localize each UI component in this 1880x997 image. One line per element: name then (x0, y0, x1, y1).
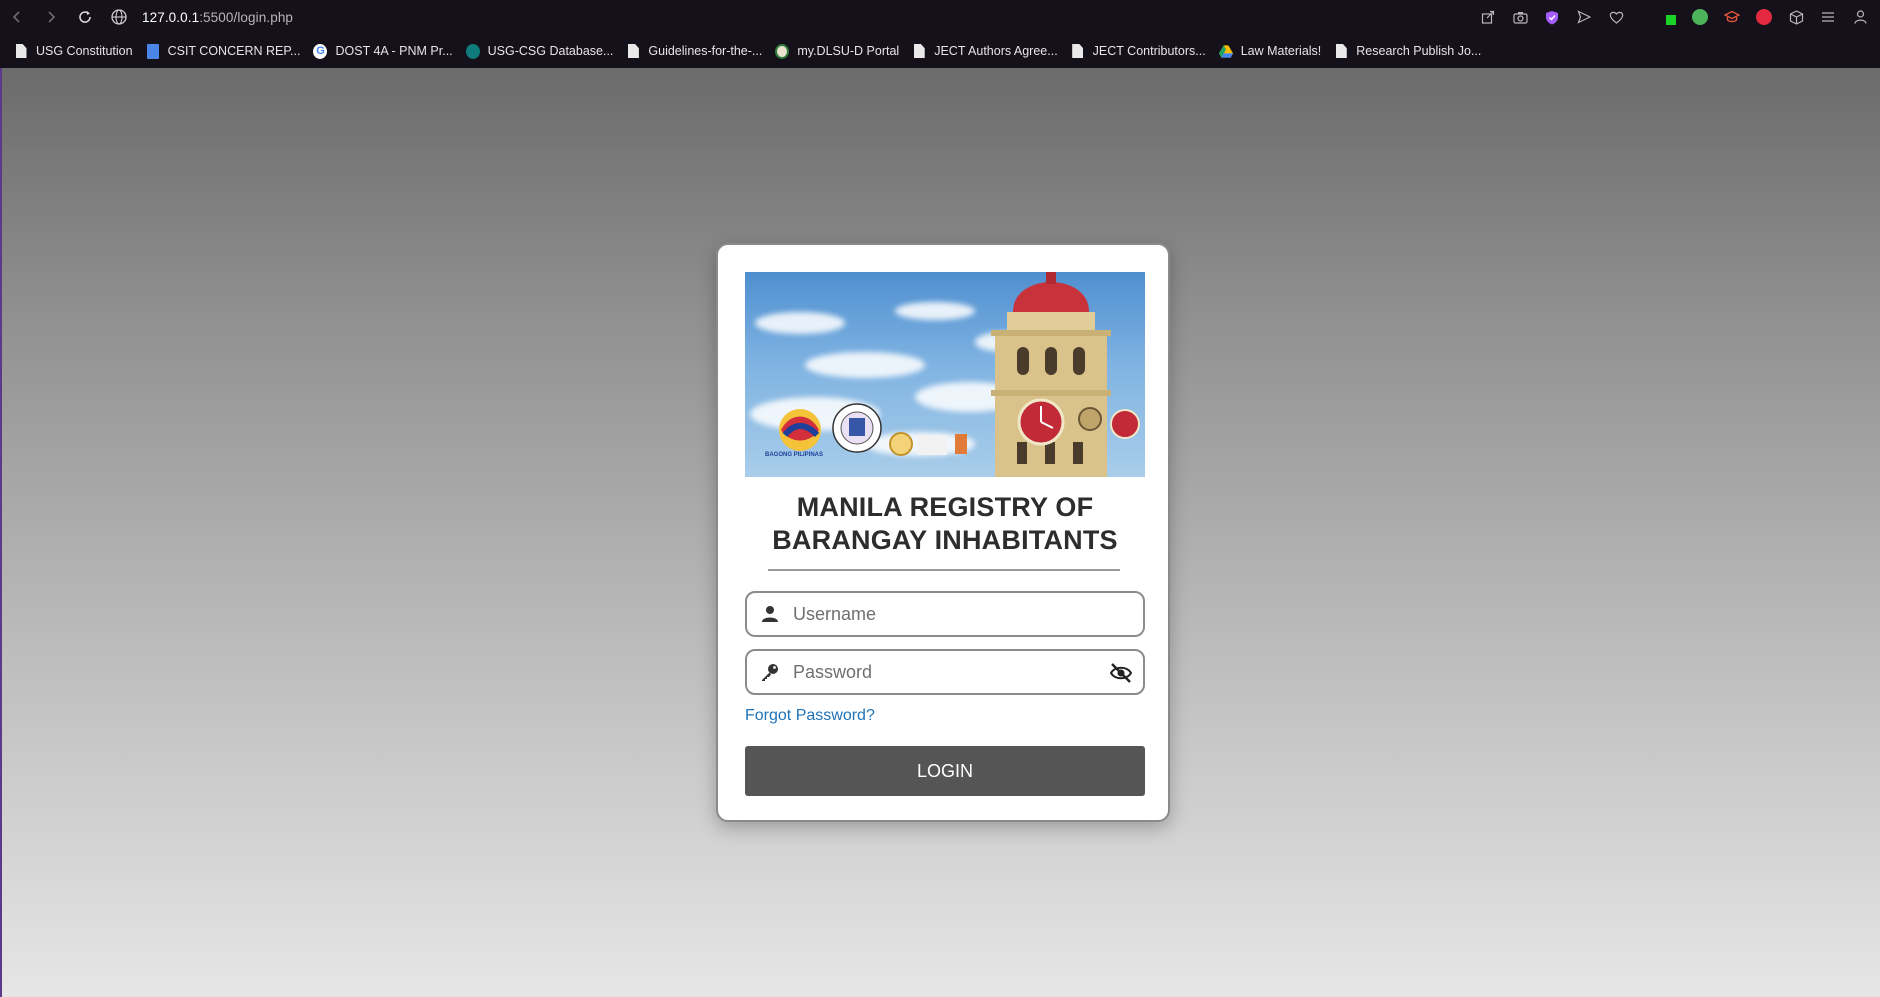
share-icon (1481, 10, 1495, 24)
cube-icon (1789, 9, 1803, 25)
chevron-right-icon (48, 11, 56, 23)
doc-icon (14, 43, 28, 59)
bookmark-law-materials[interactable]: Law Materials! (1218, 43, 1322, 59)
send-button[interactable] (1572, 5, 1596, 29)
password-field[interactable] (745, 649, 1145, 695)
forward-button[interactable] (34, 0, 68, 34)
bookmark-csit-concern[interactable]: CSIT CONCERN REP... (146, 43, 301, 59)
bookmark-label: USG Constitution (36, 44, 133, 58)
vpn-shield-button[interactable] (1540, 5, 1564, 29)
google-drive-icon (1218, 43, 1233, 59)
dlsu-icon (775, 43, 790, 59)
bookmark-label: my.DLSU-D Portal (797, 44, 900, 58)
clock-tower-image (779, 272, 1140, 477)
bookmark-label: CSIT CONCERN REP... (167, 44, 301, 58)
eye-slash-icon[interactable] (1109, 662, 1133, 684)
page-background: BAGONG PILIPINAS MANILA REGISTRY OF BARA… (0, 68, 1880, 997)
google-icon: G (313, 43, 328, 59)
back-button[interactable] (0, 0, 34, 34)
doc-icon (626, 43, 640, 59)
profile-button[interactable] (1848, 5, 1872, 29)
forgot-password-link[interactable]: Forgot Password? (745, 707, 875, 725)
bookmark-research-publish[interactable]: Research Publish Jo... (1334, 43, 1481, 59)
bookmark-label: Law Materials! (1240, 44, 1322, 58)
sidebar-button[interactable] (1816, 5, 1840, 29)
url-path: :5500/login.php (199, 9, 294, 25)
extension-red-icon (1756, 9, 1772, 25)
username-input[interactable] (791, 602, 1095, 626)
browser-toolbar: 127.0.0.1:5500/login.php (0, 0, 1880, 34)
doc-icon (912, 43, 926, 59)
bookmark-usg-constitution[interactable]: USG Constitution (14, 43, 133, 59)
extension-green-icon (1692, 9, 1708, 25)
user-icon (759, 603, 781, 625)
extension-2[interactable] (1688, 5, 1712, 29)
doc-icon (1334, 43, 1348, 59)
extension-1[interactable] (1656, 5, 1680, 29)
share-button[interactable] (1476, 5, 1500, 29)
favorite-button[interactable] (1604, 5, 1628, 29)
send-icon (1577, 10, 1591, 24)
doc-icon (1071, 43, 1085, 59)
bookmarks-bar: USG Constitution CSIT CONCERN REP... G DO… (0, 34, 1880, 68)
globe-icon (111, 9, 127, 25)
reload-icon (79, 11, 91, 23)
screenshot-button[interactable] (1508, 5, 1532, 29)
bookmark-label: JECT Contributors... (1092, 44, 1206, 58)
bookmark-usg-csg[interactable]: USG-CSG Database... (465, 43, 614, 59)
password-input[interactable] (791, 660, 1095, 684)
login-card: BAGONG PILIPINAS MANILA REGISTRY OF BARA… (716, 243, 1170, 822)
camera-icon (1512, 11, 1528, 24)
menu-lines-icon (1822, 12, 1834, 22)
bookmark-label: JECT Authors Agree... (934, 44, 1058, 58)
bookmark-label: DOST 4A - PNM Pr... (335, 44, 453, 58)
bookmark-label: Guidelines-for-the-... (648, 44, 763, 58)
extension-3[interactable] (1720, 5, 1744, 29)
title-divider (768, 569, 1120, 571)
heart-icon (1609, 11, 1623, 24)
extensions-button[interactable] (1784, 5, 1808, 29)
login-button[interactable]: LOGIN (745, 746, 1145, 796)
shield-icon (1546, 10, 1558, 24)
sharepoint-icon (465, 43, 480, 59)
url-host: 127.0.0.1 (142, 9, 200, 25)
extension-4[interactable] (1752, 5, 1776, 29)
title-line-1: MANILA REGISTRY OF (796, 492, 1094, 522)
address-bar[interactable]: 127.0.0.1:5500/login.php (110, 0, 293, 34)
graduation-cap-icon (1724, 10, 1740, 23)
bagong-pilipinas-logo-text: BAGONG PILIPINAS (765, 452, 824, 458)
bookmark-dlsu-portal[interactable]: my.DLSU-D Portal (775, 43, 899, 59)
page-title: MANILA REGISTRY OF BARANGAY INHABITANTS (745, 491, 1145, 557)
bookmark-ject-contributors[interactable]: JECT Contributors... (1071, 43, 1206, 59)
bookmark-guidelines[interactable]: Guidelines-for-the-... (626, 43, 762, 59)
bookmark-ject-authors[interactable]: JECT Authors Agree... (912, 43, 1058, 59)
bookmark-dost[interactable]: G DOST 4A - PNM Pr... (313, 43, 453, 59)
reload-button[interactable] (68, 0, 102, 34)
google-docs-icon (146, 43, 160, 59)
chevron-left-icon (12, 11, 20, 23)
url-text: 127.0.0.1:5500/login.php (142, 10, 293, 25)
banner-image: BAGONG PILIPINAS (745, 272, 1145, 477)
bookmark-label: Research Publish Jo... (1356, 44, 1482, 58)
title-line-2: BARANGAY INHABITANTS (772, 525, 1118, 555)
user-icon (1853, 10, 1867, 24)
key-icon (759, 661, 781, 683)
username-field[interactable] (745, 591, 1145, 637)
bookmark-label: USG-CSG Database... (487, 44, 614, 58)
status-square-icon (1666, 15, 1676, 25)
toolbar-actions (1476, 0, 1872, 34)
